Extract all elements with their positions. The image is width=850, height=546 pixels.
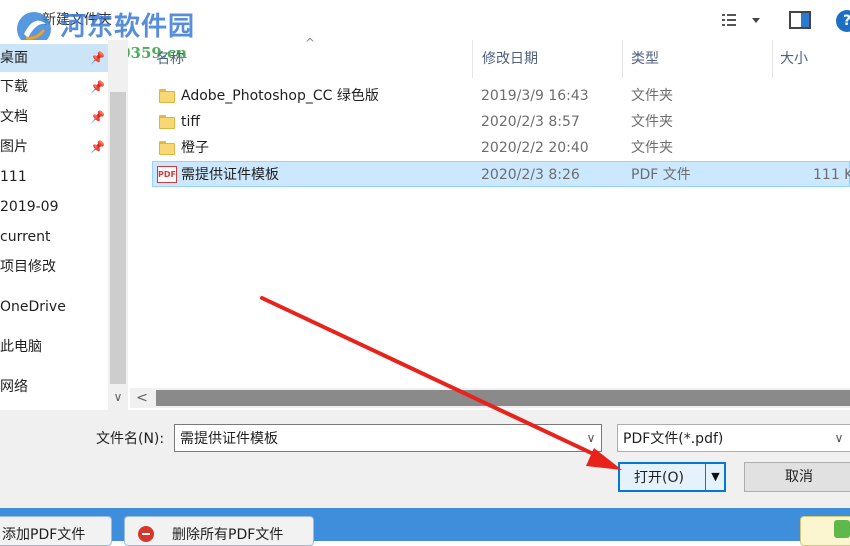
chevron-down-icon[interactable]: ∨ <box>582 426 600 450</box>
nav-item-label: 2019-09 <box>0 199 59 215</box>
file-date: 2019/3/9 16:43 <box>481 88 589 104</box>
nav-item-onedrive[interactable]: OneDrive <box>0 293 66 321</box>
file-date: 2020/2/3 8:26 <box>481 167 580 183</box>
nav-item-label: OneDrive <box>0 299 66 315</box>
nav-item-current[interactable]: current <box>0 223 51 251</box>
file-row[interactable]: 橙子 2020/2/2 20:40 文件夹 <box>152 135 850 161</box>
nav-item-111[interactable]: 111 <box>0 163 27 191</box>
cancel-button[interactable]: 取消 <box>744 462 850 492</box>
nav-item-label: 下载 <box>0 79 28 95</box>
filename-value[interactable]: 需提供证件模板 <box>180 428 278 448</box>
column-header-date[interactable]: 修改日期 <box>482 40 538 78</box>
change-view-icon[interactable] <box>718 10 766 30</box>
pin-icon: 📌 <box>90 80 105 94</box>
nav-item-pictures[interactable]: 图片 📌 <box>0 133 105 161</box>
nav-item-documents[interactable]: 文档 📌 <box>0 103 105 131</box>
column-header-name[interactable]: 名称 <box>156 40 184 78</box>
caret-down-icon[interactable]: ▼ <box>707 464 724 490</box>
nav-item-label: current <box>0 229 51 245</box>
column-header-type[interactable]: 类型 <box>631 40 659 78</box>
nav-item-network[interactable]: 网络 <box>0 373 28 401</box>
nav-item-downloads[interactable]: 下载 📌 <box>0 73 105 101</box>
nav-item-label: 文档 <box>0 109 28 125</box>
file-date: 2020/2/3 8:57 <box>481 114 580 130</box>
file-name: 橙子 <box>181 140 209 156</box>
column-divider[interactable] <box>772 40 773 78</box>
open-button-divider <box>705 464 706 490</box>
column-divider[interactable] <box>622 40 623 78</box>
nav-item-2019-09[interactable]: 2019-09 <box>0 193 59 221</box>
nav-item-this-pc[interactable]: 此电脑 <box>0 333 42 361</box>
filetype-value[interactable]: PDF文件(*.pdf) <box>623 428 723 448</box>
sort-ascending-icon: ^ <box>305 36 316 50</box>
chevron-down-icon[interactable]: ∨ <box>830 426 848 450</box>
folder-icon <box>159 115 175 129</box>
delete-all-pdf-label[interactable]: 删除所有PDF文件 <box>172 524 283 544</box>
file-name: 需提供证件模板 <box>181 167 279 183</box>
file-name: tiff <box>181 114 201 130</box>
nav-item-label: 项目修改 <box>0 259 56 275</box>
remove-icon <box>138 526 154 542</box>
file-size: 111 K <box>813 167 850 183</box>
filename-label: 文件名(N): <box>96 431 165 447</box>
file-list-header: 名称 修改日期 类型 大小 <box>148 40 850 78</box>
preview-pane-icon[interactable] <box>788 10 812 30</box>
file-name: Adobe_Photoshop_CC 绿色版 <box>181 88 379 104</box>
chevron-left-icon[interactable]: < <box>134 388 150 408</box>
pdf-file-icon: PDF <box>157 166 177 183</box>
nav-item-label: 111 <box>0 169 27 185</box>
nav-item-desktop[interactable]: 桌面 📌 <box>0 44 108 72</box>
add-pdf-label[interactable]: 添加PDF文件 <box>2 524 85 544</box>
pin-icon: 📌 <box>90 51 105 65</box>
file-row-selected[interactable]: PDF 需提供证件模板 2020/2/3 8:26 PDF 文件 111 K <box>152 161 850 187</box>
file-type: 文件夹 <box>631 114 673 130</box>
nav-item-label: 网络 <box>0 379 28 395</box>
file-date: 2020/2/2 20:40 <box>481 140 589 156</box>
file-type: PDF 文件 <box>631 167 691 183</box>
nav-item-project-changes[interactable]: 项目修改 <box>0 253 56 281</box>
nav-item-label: 桌面 <box>0 50 28 66</box>
file-type: 文件夹 <box>631 88 673 104</box>
file-row[interactable]: tiff 2020/2/3 8:57 文件夹 <box>152 109 850 135</box>
nav-item-label: 此电脑 <box>0 339 42 355</box>
column-divider[interactable] <box>472 40 473 78</box>
open-button-label[interactable]: 打开(O) <box>634 467 684 487</box>
file-row[interactable]: Adobe_Photoshop_CC 绿色版 2019/3/9 16:43 文件… <box>152 83 850 109</box>
pin-icon: 📌 <box>90 110 105 124</box>
pin-icon: 📌 <box>90 140 105 154</box>
nav-item-label: 图片 <box>0 139 28 155</box>
watermark-text: 河东软件园 <box>60 12 196 42</box>
file-type: 文件夹 <box>631 140 673 156</box>
folder-icon <box>159 141 175 155</box>
convert-icon <box>834 520 850 538</box>
chevron-down-icon[interactable]: ∨ <box>109 388 127 406</box>
nav-scrollbar-thumb[interactable] <box>110 92 126 384</box>
folder-icon <box>159 89 175 103</box>
column-header-size[interactable]: 大小 <box>780 40 808 78</box>
horizontal-scrollbar-thumb[interactable] <box>156 390 850 406</box>
